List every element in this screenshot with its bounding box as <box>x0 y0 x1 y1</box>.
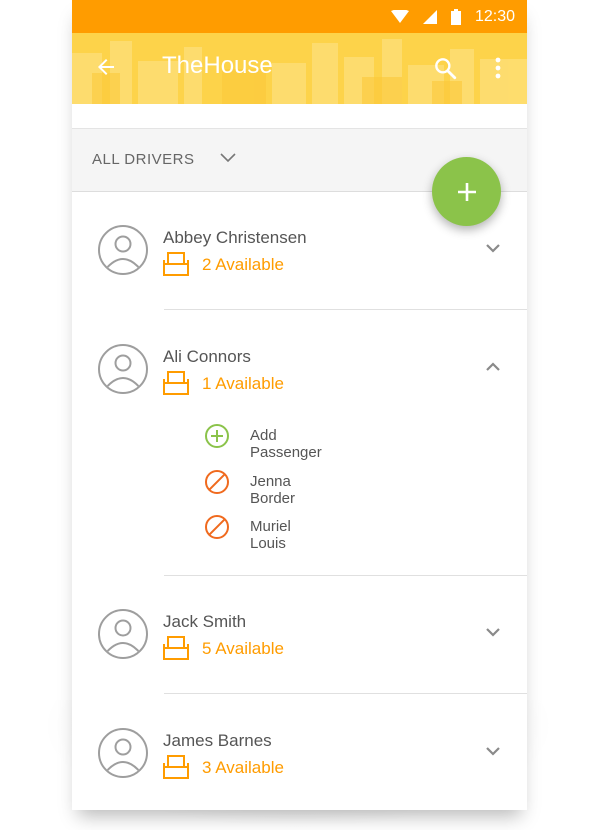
back-arrow-icon[interactable] <box>94 55 118 79</box>
car-seat-icon <box>163 371 189 395</box>
status-bar: 12:30 <box>72 0 527 33</box>
availability-count: 3 Available <box>202 758 284 777</box>
status-time: 12:30 <box>474 7 515 25</box>
battery-icon <box>450 8 461 25</box>
add-driver-fab[interactable] <box>432 157 501 226</box>
row-divider <box>164 309 527 310</box>
chevron-down-icon[interactable] <box>485 242 501 254</box>
plus-icon <box>457 182 476 201</box>
avatar-icon <box>98 728 148 778</box>
sub-item-label: Jenna Border <box>250 473 296 507</box>
avatar-icon <box>98 609 148 659</box>
wifi-icon <box>390 9 409 23</box>
car-seat-icon <box>163 636 189 660</box>
driver-name: Jack Smith <box>163 612 247 631</box>
row-divider <box>164 575 527 576</box>
chevron-down-icon[interactable] <box>485 626 501 638</box>
dropdown-arrow-icon[interactable] <box>220 153 236 163</box>
driver-name: Abbey Christensen <box>163 228 307 247</box>
driver-name: Ali Connors <box>163 347 251 366</box>
add-circle-icon[interactable] <box>204 423 230 449</box>
chevron-up-icon[interactable] <box>485 361 501 373</box>
search-icon[interactable] <box>432 55 458 81</box>
skyline-background <box>72 39 527 104</box>
more-vert-icon[interactable] <box>492 55 504 81</box>
sub-item-label: Add Passenger <box>250 427 322 461</box>
avatar-icon <box>98 344 148 394</box>
availability-count: 1 Available <box>202 374 284 393</box>
block-icon <box>205 515 229 539</box>
sub-item-label: Muriel Louis <box>250 518 291 552</box>
car-seat-icon <box>163 252 189 276</box>
availability-count: 2 Available <box>202 255 284 274</box>
row-divider <box>164 693 527 694</box>
phone-screen: 12:30 TheHouse ALL DRIVERS Abbey Christe… <box>72 0 527 810</box>
cellular-signal-icon <box>422 9 437 24</box>
filter-label: ALL DRIVERS <box>92 151 195 168</box>
avatar-icon <box>98 225 148 275</box>
availability-count: 5 Available <box>202 639 284 658</box>
block-icon <box>205 470 229 494</box>
car-seat-icon <box>163 755 189 779</box>
driver-name: James Barnes <box>163 731 272 750</box>
app-title: TheHouse <box>162 52 273 79</box>
app-bar: TheHouse <box>72 33 527 104</box>
chevron-down-icon[interactable] <box>485 745 501 757</box>
